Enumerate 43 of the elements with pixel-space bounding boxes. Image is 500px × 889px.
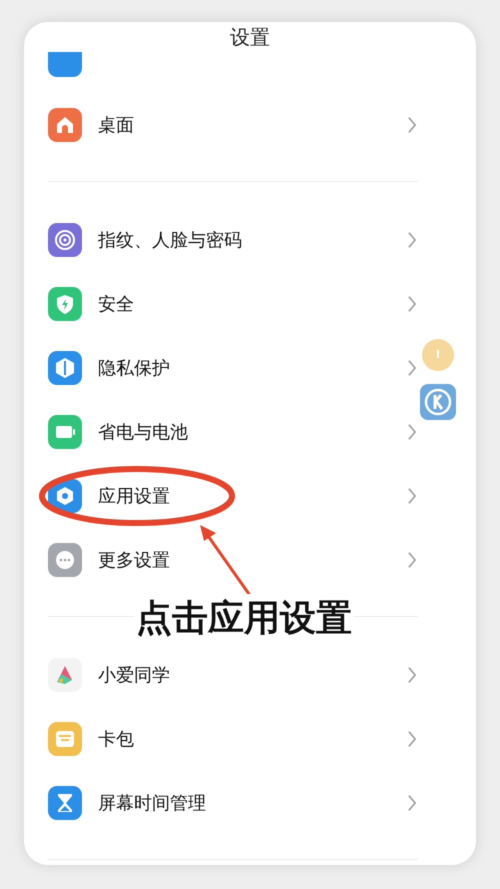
chevron-icon bbox=[408, 731, 416, 747]
row-label: 省电与电池 bbox=[98, 421, 189, 444]
row-label: 应用设置 bbox=[98, 485, 171, 508]
row-label: 小爱同学 bbox=[98, 664, 171, 687]
row-label: 安全 bbox=[98, 293, 135, 316]
chevron-icon bbox=[408, 488, 416, 504]
chevron-icon bbox=[408, 552, 416, 568]
hourglass-icon bbox=[48, 786, 82, 820]
k-logo-icon[interactable] bbox=[420, 384, 456, 420]
row-label: 指纹、人脸与密码 bbox=[98, 229, 243, 252]
chevron-icon bbox=[408, 117, 416, 133]
app-icon bbox=[48, 52, 82, 77]
window-title: 设置 bbox=[229, 24, 271, 51]
settings-row[interactable]: 应用设置 bbox=[48, 464, 418, 528]
settings-row[interactable]: 桌面 bbox=[48, 93, 418, 157]
settings-row[interactable]: 小爱同学 bbox=[48, 643, 418, 707]
chevron-icon bbox=[408, 667, 416, 683]
settings-row[interactable]: 指纹、人脸与密码 bbox=[48, 208, 418, 272]
row-label: 卡包 bbox=[98, 728, 135, 751]
chevron-icon bbox=[408, 296, 416, 312]
triangle-logo-icon bbox=[48, 658, 82, 692]
row-label: 隐私保护 bbox=[98, 357, 171, 380]
battery-icon bbox=[48, 415, 82, 449]
settings-row[interactable]: 更多设置 bbox=[48, 528, 418, 592]
chevron-icon bbox=[408, 360, 416, 376]
wallet-icon bbox=[48, 722, 82, 756]
row-label: 更多设置 bbox=[98, 549, 171, 572]
row-label: 屏幕时间管理 bbox=[98, 792, 207, 815]
shield-icon bbox=[48, 287, 82, 321]
settings-row[interactable]: 隐私保护 bbox=[48, 336, 418, 400]
settings-row[interactable]: 卡包 bbox=[48, 707, 418, 771]
settings-row[interactable]: 安全 bbox=[48, 272, 418, 336]
chevron-icon bbox=[408, 795, 416, 811]
house-icon bbox=[48, 108, 82, 142]
shield-icon bbox=[48, 351, 82, 385]
settings-row[interactable]: 省电与电池 bbox=[48, 400, 418, 464]
settings-row[interactable]: 屏幕时间管理 bbox=[48, 771, 418, 835]
dots-icon bbox=[48, 543, 82, 577]
chevron-icon bbox=[408, 232, 416, 248]
floating-ball-icon[interactable] bbox=[422, 339, 454, 371]
row-label: 桌面 bbox=[98, 114, 135, 137]
fingerprint-icon bbox=[48, 223, 82, 257]
chevron-icon bbox=[408, 424, 416, 440]
